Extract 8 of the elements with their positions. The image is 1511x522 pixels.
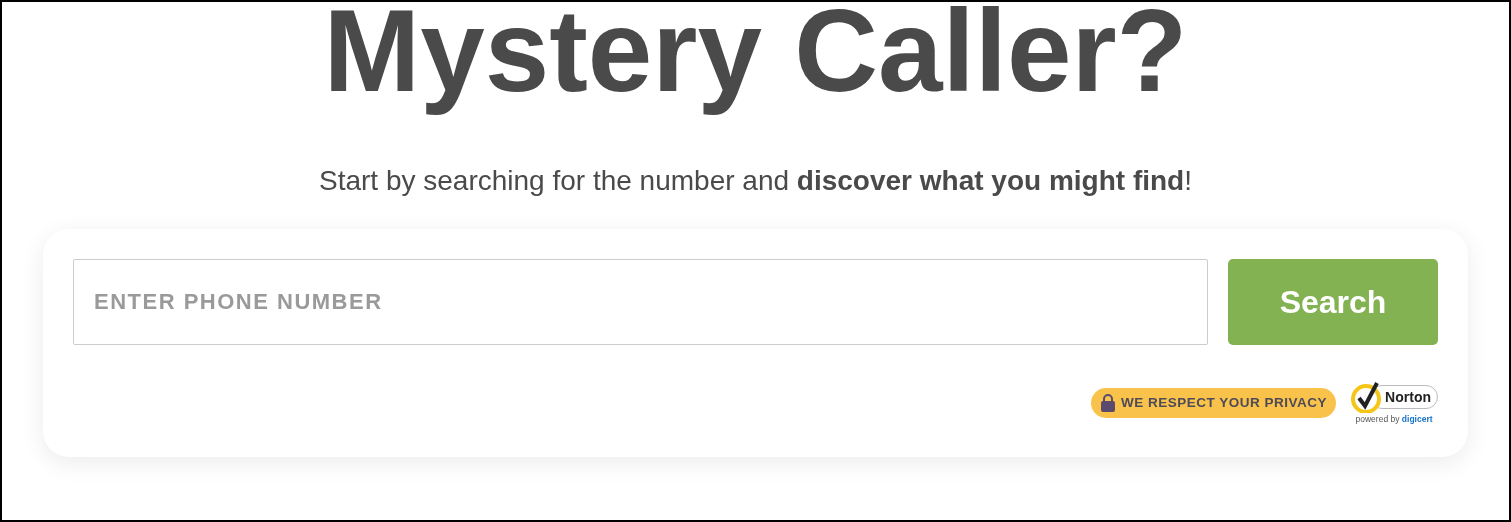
page-heading: Mystery Caller? [323, 0, 1188, 114]
subtitle-text: Start by searching for the number and discover what you might find! [319, 164, 1192, 198]
norton-seal: Norton powered by digicert [1350, 381, 1438, 424]
phone-number-field[interactable]: ENTER PHONE NUMBER [73, 259, 1208, 345]
checkmark-icon [1350, 381, 1383, 413]
privacy-badge: WE RESPECT YOUR PRIVACY [1091, 387, 1337, 418]
search-button[interactable]: Search [1228, 259, 1438, 345]
padlock-icon [1101, 393, 1116, 412]
